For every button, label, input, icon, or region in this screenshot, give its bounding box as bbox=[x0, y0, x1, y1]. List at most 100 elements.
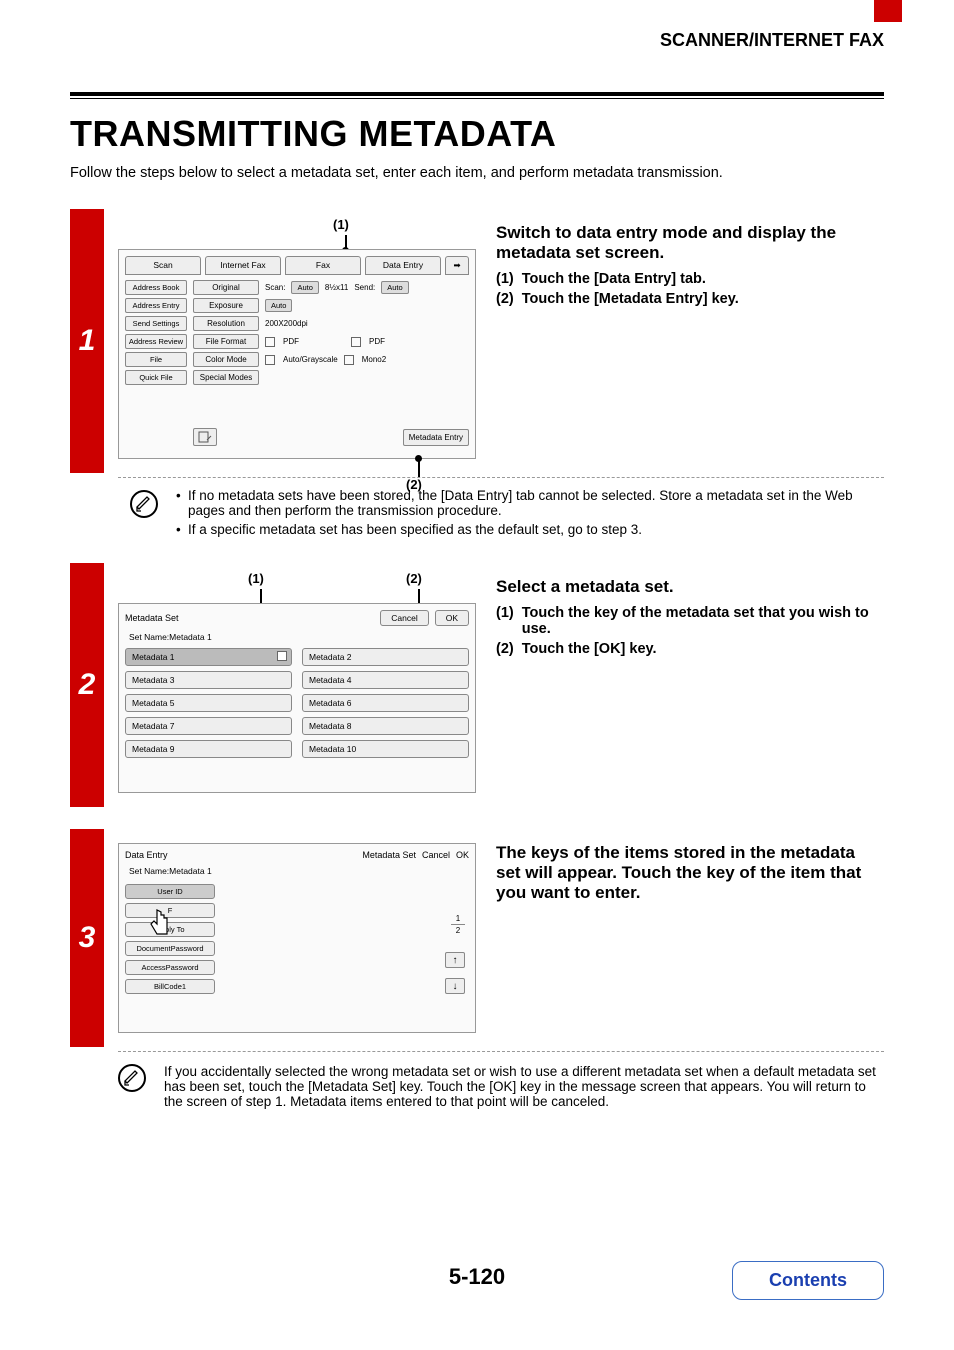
sub-num: (2) bbox=[496, 641, 514, 657]
sub-text: Touch the [Metadata Entry] key. bbox=[522, 291, 739, 307]
metadata-set-item[interactable]: Metadata 4 bbox=[302, 671, 469, 689]
sub-num: (2) bbox=[496, 291, 514, 307]
metadata-set-item[interactable]: Metadata 5 bbox=[125, 694, 292, 712]
metadata-set-button[interactable]: Metadata Set bbox=[362, 850, 416, 860]
tab-scan[interactable]: Scan bbox=[125, 256, 201, 275]
note-bullet: If no metadata sets have been stored, th… bbox=[176, 488, 884, 518]
note-icon bbox=[130, 490, 158, 518]
tab-internet-fax[interactable]: Internet Fax bbox=[205, 256, 281, 275]
rule bbox=[70, 92, 884, 96]
color-mode-button[interactable]: Color Mode bbox=[193, 352, 259, 367]
arrow-up-button[interactable]: ↑ bbox=[445, 952, 465, 968]
scan-label: Scan: bbox=[265, 283, 285, 292]
page-indicator-bottom: 2 bbox=[451, 926, 465, 935]
format-pdf-1: PDF bbox=[283, 337, 299, 346]
original-button[interactable]: Original bbox=[193, 280, 259, 295]
step-1-heading: Switch to data entry mode and display th… bbox=[496, 223, 884, 263]
ok-button[interactable]: OK bbox=[456, 850, 469, 860]
quick-file-button[interactable]: Quick File bbox=[125, 370, 187, 385]
metadata-set-item[interactable]: Metadata 8 bbox=[302, 717, 469, 735]
metadata-set-item[interactable]: Metadata 2 bbox=[302, 648, 469, 666]
address-entry-button[interactable]: Address Entry bbox=[125, 298, 187, 313]
color-gray: Auto/Grayscale bbox=[283, 355, 338, 364]
contents-link[interactable]: Contents bbox=[732, 1261, 884, 1300]
setname-value: Metadata 1 bbox=[169, 632, 212, 642]
step-2: 2 (1) (2) Metadata Set Cancel OK Set Nam… bbox=[70, 563, 884, 807]
setname-label: Set Name: bbox=[129, 632, 169, 642]
page-line bbox=[451, 924, 465, 925]
tab-fax[interactable]: Fax bbox=[285, 256, 361, 275]
section-header: SCANNER/INTERNET FAX bbox=[660, 30, 884, 51]
sub-text: Touch the [Data Entry] tab. bbox=[522, 271, 706, 287]
callout-1: (1) bbox=[333, 217, 349, 232]
page-indicator-top: 1 bbox=[451, 914, 465, 923]
step-number: 3 bbox=[70, 829, 104, 1047]
step-3-heading: The keys of the items stored in the meta… bbox=[496, 843, 884, 903]
step-number: 2 bbox=[70, 563, 104, 807]
address-book-button[interactable]: Address Book bbox=[125, 280, 187, 295]
send-settings-button[interactable]: Send Settings bbox=[125, 316, 187, 331]
step-3: 3 Data Entry Metadata Set Cancel OK Set … bbox=[70, 829, 884, 1047]
tab-arrow-right[interactable]: ➡ bbox=[445, 256, 469, 275]
metadata-entry-button[interactable]: Metadata Entry bbox=[403, 429, 469, 446]
scan-auto: Auto bbox=[291, 281, 318, 294]
resolution-button[interactable]: Resolution bbox=[193, 316, 259, 331]
format-pdf-2: PDF bbox=[369, 337, 385, 346]
metadata-set-item[interactable]: Metadata 3 bbox=[125, 671, 292, 689]
address-review-button[interactable]: Address Review bbox=[125, 334, 187, 349]
note-1: If no metadata sets have been stored, th… bbox=[130, 488, 884, 541]
item-billcode[interactable]: BillCode1 bbox=[125, 979, 215, 994]
intro-text: Follow the steps below to select a metad… bbox=[70, 165, 884, 181]
special-modes-button[interactable]: Special Modes bbox=[193, 370, 259, 385]
page-title: TRANSMITTING METADATA bbox=[70, 113, 884, 155]
note-bullet: If a specific metadata set has been spec… bbox=[176, 522, 884, 537]
metadata-set-item[interactable]: Metadata 7 bbox=[125, 717, 292, 735]
color-mono: Mono2 bbox=[362, 355, 386, 364]
step-1: 1 (1) Scan Internet Fax Fax Data Entry ➡… bbox=[70, 209, 884, 473]
separator bbox=[118, 477, 884, 478]
color-icon bbox=[344, 355, 354, 365]
metadata-set-item[interactable]: Metadata 6 bbox=[302, 694, 469, 712]
item-reply-to[interactable]: Reply To bbox=[125, 922, 215, 937]
scanner-panel: Scan Internet Fax Fax Data Entry ➡ Addre… bbox=[118, 249, 476, 459]
format-icon bbox=[265, 337, 275, 347]
setname-value: Metadata 1 bbox=[169, 866, 212, 876]
file-format-button[interactable]: File Format bbox=[193, 334, 259, 349]
item-access-password[interactable]: AccessPassword bbox=[125, 960, 215, 975]
note-text: If you accidentally selected the wrong m… bbox=[164, 1064, 876, 1109]
ok-button[interactable]: OK bbox=[435, 610, 469, 626]
callout-dot bbox=[415, 455, 422, 462]
metadata-set-panel: Metadata Set Cancel OK Set Name:Metadata… bbox=[118, 603, 476, 793]
sub-text: Touch the key of the metadata set that y… bbox=[522, 605, 884, 637]
exposure-button[interactable]: Exposure bbox=[193, 298, 259, 313]
scan-size: 8½x11 bbox=[325, 283, 348, 292]
note-3: If you accidentally selected the wrong m… bbox=[118, 1062, 884, 1109]
section-color-tab bbox=[874, 0, 902, 22]
sub-num: (1) bbox=[496, 271, 514, 287]
preview-icon[interactable] bbox=[193, 428, 217, 446]
setname-label: Set Name: bbox=[129, 866, 169, 876]
color-icon bbox=[265, 355, 275, 365]
item-user-id[interactable]: User ID bbox=[125, 884, 215, 899]
panel-title: Data Entry bbox=[125, 850, 356, 860]
resolution-value: 200X200dpi bbox=[265, 319, 308, 328]
metadata-set-item[interactable]: Metadata 1 bbox=[125, 648, 292, 666]
callout-2: (2) bbox=[406, 571, 422, 586]
rule bbox=[70, 98, 884, 99]
file-button[interactable]: File bbox=[125, 352, 187, 367]
item-f[interactable]: F bbox=[125, 903, 215, 918]
item-document-password[interactable]: DocumentPassword bbox=[125, 941, 215, 956]
metadata-set-item[interactable]: Metadata 9 bbox=[125, 740, 292, 758]
cancel-button[interactable]: Cancel bbox=[422, 850, 450, 860]
sub-num: (1) bbox=[496, 605, 514, 637]
cancel-button[interactable]: Cancel bbox=[380, 610, 428, 626]
send-label: Send: bbox=[354, 283, 375, 292]
panel-title: Metadata Set bbox=[125, 613, 374, 623]
exposure-auto: Auto bbox=[265, 299, 292, 312]
note-icon bbox=[118, 1064, 146, 1092]
tab-data-entry[interactable]: Data Entry bbox=[365, 256, 441, 275]
arrow-down-button[interactable]: ↓ bbox=[445, 978, 465, 994]
format-icon bbox=[351, 337, 361, 347]
send-auto: Auto bbox=[381, 281, 408, 294]
metadata-set-item[interactable]: Metadata 10 bbox=[302, 740, 469, 758]
